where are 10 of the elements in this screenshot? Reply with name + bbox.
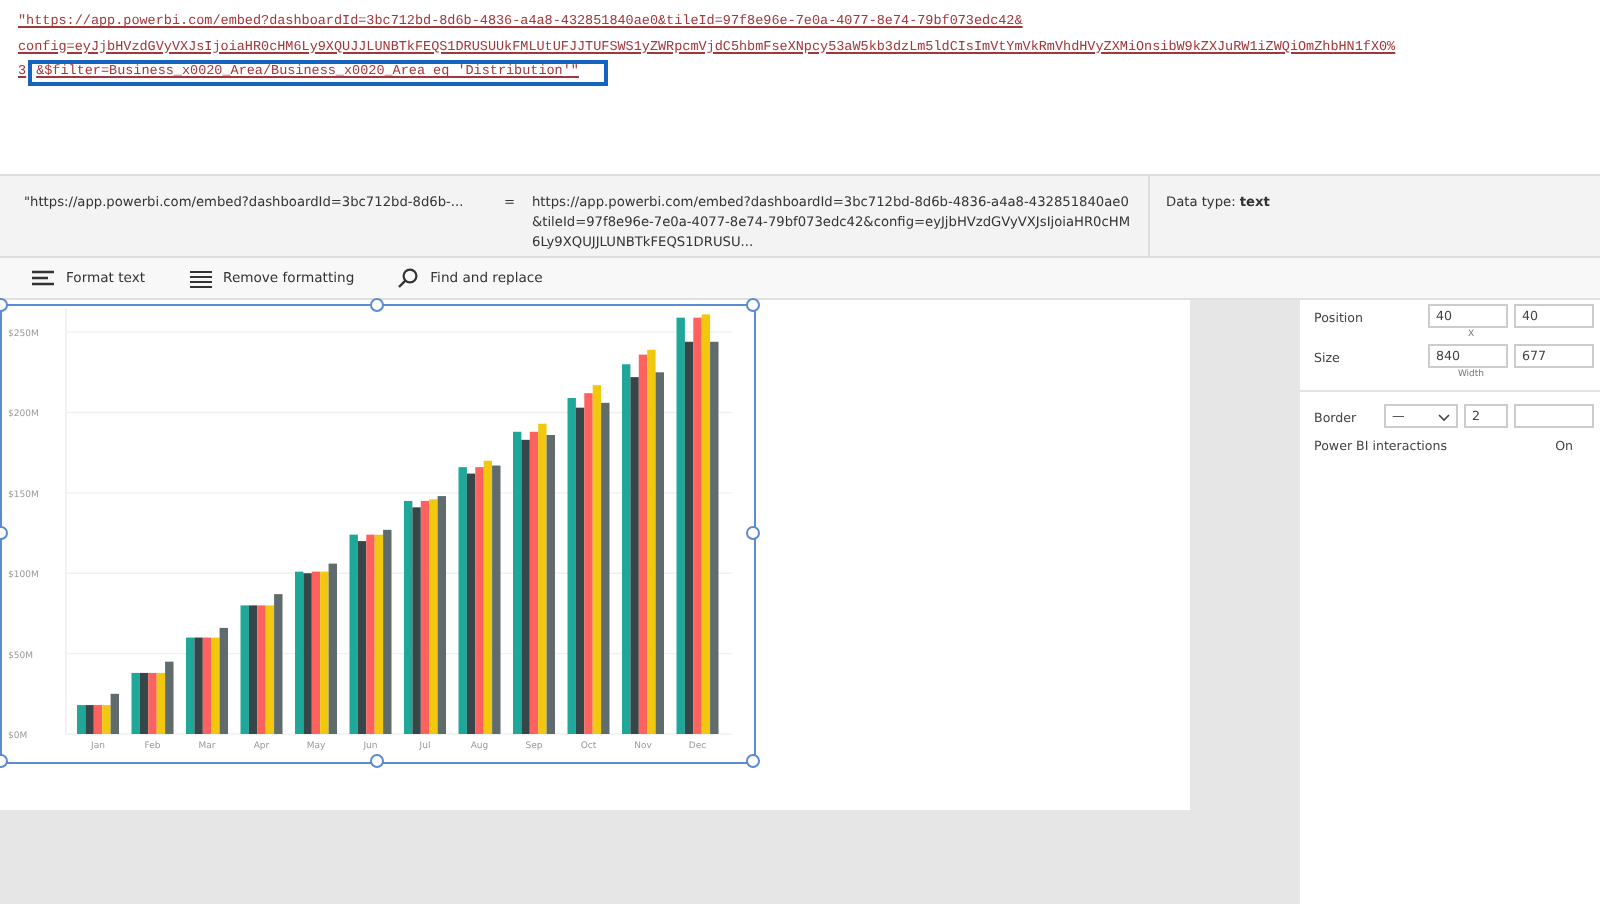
- resize-handle[interactable]: [746, 298, 760, 312]
- resize-handle[interactable]: [746, 754, 760, 768]
- list-icon: [189, 269, 212, 287]
- format-text-icon: [32, 269, 54, 287]
- search-icon: [398, 268, 419, 288]
- resize-handle[interactable]: [370, 298, 384, 312]
- resize-handle[interactable]: [746, 526, 760, 540]
- resize-handle[interactable]: [370, 754, 384, 768]
- chevron-down-icon: [1438, 414, 1450, 422]
- input-field[interactable]: [1514, 404, 1594, 428]
